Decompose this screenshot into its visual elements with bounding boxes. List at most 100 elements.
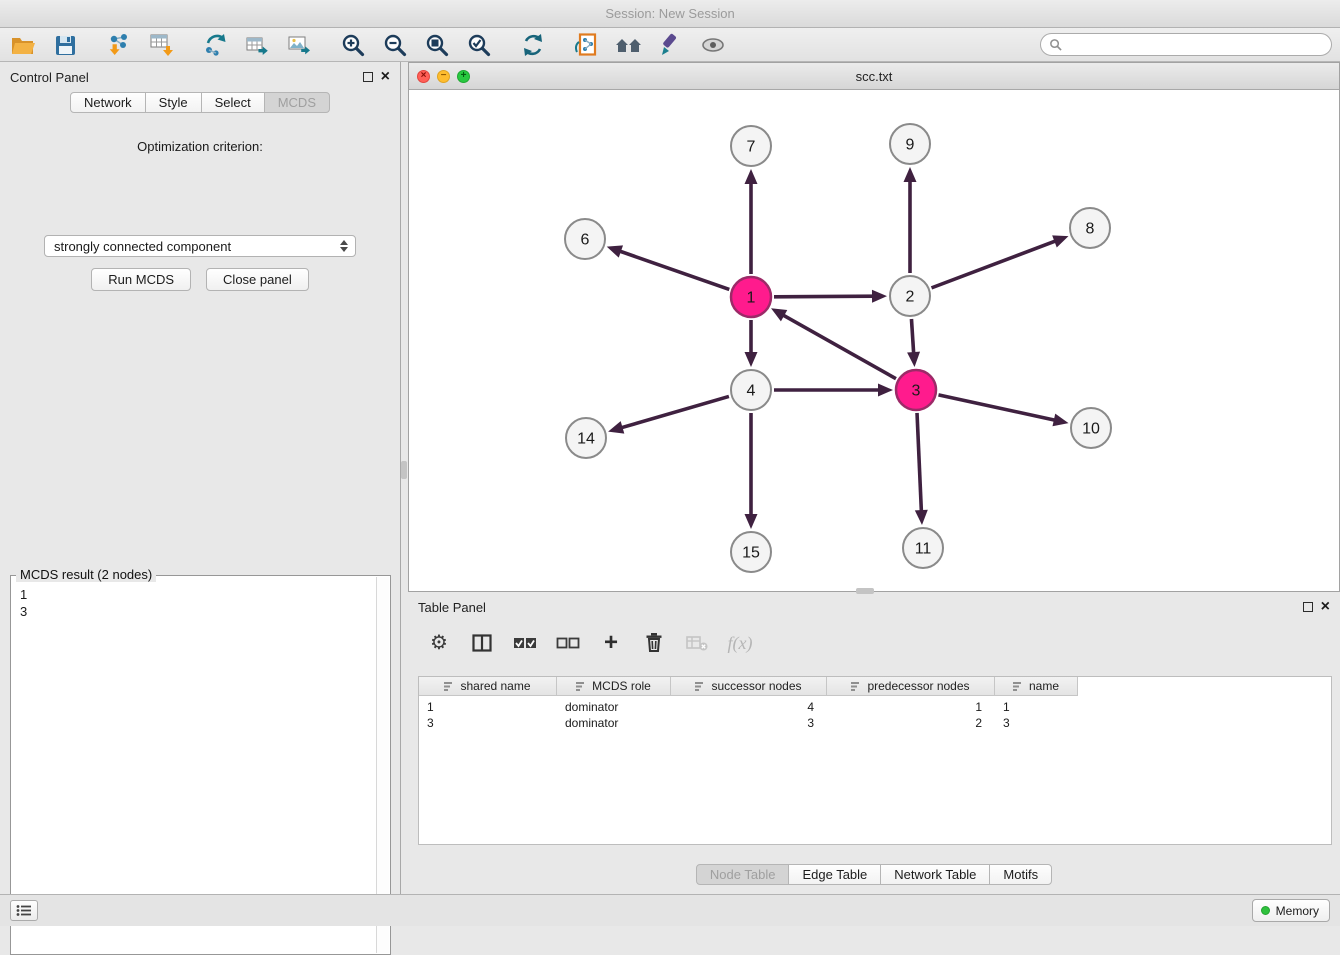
network-canvas[interactable]: 7968124310141511	[409, 90, 1339, 591]
tab-network-table[interactable]: Network Table	[880, 864, 990, 885]
node-label-4: 4	[747, 383, 756, 400]
run-mcds-button[interactable]: Run MCDS	[91, 268, 191, 291]
column-type-icon	[444, 681, 455, 692]
import-table-icon[interactable]	[146, 31, 176, 59]
edge-2-8[interactable]	[932, 241, 1057, 288]
deselect-all-rows-icon[interactable]	[555, 630, 581, 656]
first-neighbors-icon[interactable]	[614, 31, 644, 59]
main-toolbar	[0, 28, 1340, 62]
tab-edge-table[interactable]: Edge Table	[788, 864, 881, 885]
close-window-icon[interactable]: ×	[417, 70, 430, 83]
edge-arrowhead	[745, 352, 758, 367]
delete-table-icon	[684, 630, 710, 656]
tab-style[interactable]: Style	[145, 92, 202, 113]
select-all-rows-icon[interactable]	[512, 630, 538, 656]
node-label-3: 3	[912, 383, 921, 400]
vertical-splitter-handle[interactable]	[401, 461, 407, 479]
node-label-1: 1	[747, 290, 756, 307]
edge-3-1[interactable]	[782, 315, 896, 379]
column-header-name[interactable]: name	[995, 677, 1078, 696]
table-panel: Table Panel × ⚙ + f(x) shared name	[408, 592, 1340, 894]
column-header-mcds-role[interactable]: MCDS role	[557, 677, 671, 696]
column-type-icon	[576, 681, 587, 692]
table-settings-gear-icon[interactable]: ⚙	[426, 630, 452, 656]
column-header-predecessor-nodes[interactable]: predecessor nodes	[827, 677, 995, 696]
node-label-7: 7	[747, 139, 756, 156]
network-window-titlebar: scc.txt × − +	[409, 63, 1339, 90]
float-table-panel-icon[interactable]	[1303, 602, 1313, 612]
show-columns-icon[interactable]	[469, 630, 495, 656]
zoom-in-icon[interactable]	[338, 31, 368, 59]
memory-button[interactable]: Memory	[1252, 899, 1330, 922]
edge-2-3[interactable]	[911, 319, 913, 354]
zoom-selected-icon[interactable]	[464, 31, 494, 59]
network-view-window: scc.txt × − + 7968124310141511	[408, 62, 1340, 592]
dropdown-stepper-icon	[337, 240, 355, 252]
edge-arrowhead	[1052, 414, 1068, 427]
edge-3-11[interactable]	[917, 413, 921, 512]
zoom-out-icon[interactable]	[380, 31, 410, 59]
search-input[interactable]	[1067, 38, 1323, 52]
node-label-9: 9	[906, 137, 915, 154]
network-window-title: scc.txt	[409, 69, 1339, 84]
add-column-icon[interactable]: +	[598, 630, 624, 656]
table-panel-header: Table Panel ×	[408, 592, 1340, 622]
export-table-icon[interactable]	[242, 31, 272, 59]
tab-node-table[interactable]: Node Table	[696, 864, 790, 885]
table-tabs: Node Table Edge Table Network Table Moti…	[408, 864, 1340, 885]
edge-arrowhead	[915, 510, 928, 525]
show-graphics-details-icon[interactable]	[572, 31, 602, 59]
edge-3-10[interactable]	[938, 395, 1055, 420]
close-table-panel-icon[interactable]: ×	[1321, 601, 1330, 613]
mcds-result-title: MCDS result (2 nodes)	[16, 567, 156, 582]
edge-arrowhead	[1052, 235, 1068, 247]
export-network-icon[interactable]	[200, 31, 230, 59]
delete-column-icon[interactable]	[641, 630, 667, 656]
close-panel-button[interactable]: Close panel	[206, 268, 309, 291]
cell-shared-name: 1	[419, 700, 557, 714]
network-graph: 7968124310141511	[409, 90, 1339, 591]
edge-4-14[interactable]	[621, 396, 729, 428]
eye-icon[interactable]	[698, 31, 728, 59]
search-icon	[1049, 38, 1062, 51]
column-header-successor-nodes[interactable]: successor nodes	[671, 677, 827, 696]
status-bar: Memory	[0, 894, 1340, 926]
table-panel-title: Table Panel	[418, 600, 486, 615]
refresh-layout-icon[interactable]	[518, 31, 548, 59]
tab-mcds[interactable]: MCDS	[264, 92, 330, 113]
table-row[interactable]: 1 dominator 4 1 1	[419, 699, 1331, 715]
task-history-button[interactable]	[10, 900, 38, 921]
table-row[interactable]: 3 dominator 3 2 3	[419, 715, 1331, 731]
close-panel-icon[interactable]: ×	[381, 71, 390, 83]
cell-mcds-role: dominator	[557, 716, 671, 730]
column-header-shared-name[interactable]: shared name	[419, 677, 557, 696]
float-panel-icon[interactable]	[363, 72, 373, 82]
horizontal-splitter-handle[interactable]	[856, 588, 874, 594]
minimize-window-icon[interactable]: −	[437, 70, 450, 83]
node-label-10: 10	[1082, 421, 1100, 438]
edge-arrowhead	[745, 514, 758, 529]
maximize-window-icon[interactable]: +	[457, 70, 470, 83]
criterion-dropdown-value: strongly connected component	[54, 239, 231, 254]
zoom-fit-icon[interactable]	[422, 31, 452, 59]
tab-network[interactable]: Network	[70, 92, 146, 113]
node-label-2: 2	[906, 289, 915, 306]
edge-1-2[interactable]	[774, 296, 874, 297]
memory-label: Memory	[1276, 904, 1319, 918]
marker-icon[interactable]	[656, 31, 686, 59]
tab-select[interactable]: Select	[201, 92, 265, 113]
cell-successor-nodes: 4	[671, 700, 827, 714]
edge-1-6[interactable]	[619, 251, 729, 290]
tab-motifs[interactable]: Motifs	[989, 864, 1052, 885]
edge-arrowhead	[745, 169, 758, 184]
node-table: shared name MCDS role successor nodes pr…	[418, 676, 1332, 845]
open-session-icon[interactable]	[8, 31, 38, 59]
control-panel-title: Control Panel	[10, 70, 89, 85]
import-network-icon[interactable]	[104, 31, 134, 59]
control-panel-tabs: Network Style Select MCDS	[0, 92, 400, 113]
window-title: Session: New Session	[605, 6, 734, 21]
search-field[interactable]	[1040, 33, 1332, 56]
save-session-icon[interactable]	[50, 31, 80, 59]
criterion-dropdown[interactable]: strongly connected component	[44, 235, 356, 257]
export-image-icon[interactable]	[284, 31, 314, 59]
